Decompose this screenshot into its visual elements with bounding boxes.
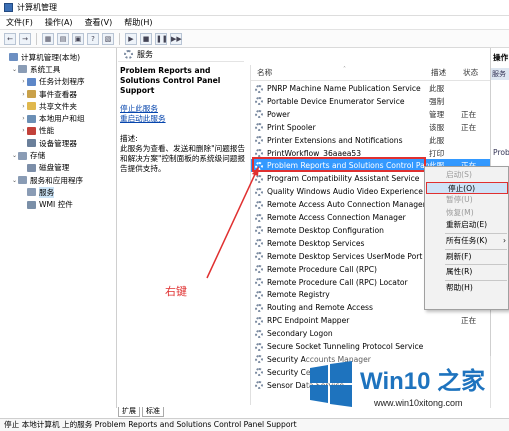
windows-logo-icon (310, 361, 352, 407)
context-menu-label: 帮助(H) (446, 282, 473, 292)
context-menu-item[interactable]: 停止(O) (426, 181, 508, 194)
context-menu-label: 重新启动(E) (446, 220, 488, 230)
context-menu-label: 启动(S) (446, 170, 472, 179)
context-menu-item[interactable]: 所有任务(K) › (425, 235, 509, 247)
view-tabs: 扩展 标准 (118, 407, 198, 417)
status-bar: 停止 本地计算机 上的服务 Problem Reports and Soluti… (0, 418, 509, 431)
context-menu-label: 暂停(U) (446, 195, 473, 205)
menu-separator (445, 233, 507, 234)
context-menu-label: 停止(O) (448, 183, 476, 193)
tab-standard[interactable]: 标准 (142, 407, 164, 417)
context-menu-item[interactable]: 启动(S) (425, 169, 509, 181)
context-menu-label: 所有任务(K) (446, 236, 488, 245)
context-menu-label: 刷新(F) (446, 251, 472, 261)
context-menu-item[interactable]: 暂停(U) (425, 194, 509, 206)
menu-separator (445, 264, 507, 266)
watermark-url: www.win10xitong.com (374, 398, 463, 408)
annotation-label: 右键 (165, 285, 187, 298)
watermark-title: Win10 之家 (360, 368, 486, 395)
menu-separator (445, 279, 507, 281)
tab-extended[interactable]: 扩展 (118, 407, 140, 417)
context-menu-item[interactable]: 属性(R) (425, 266, 509, 278)
context-menu-item[interactable]: 恢复(M) (425, 207, 509, 219)
menu-separator (445, 248, 507, 250)
context-menu-item[interactable]: 重新启动(E) (425, 219, 509, 231)
context-menu: 启动(S) 停止(O) 暂停(U) 恢复(M) 重新启动(E) 所有任务(K) › 刷新(F)… (424, 166, 509, 310)
context-menu-label: 恢复(M) (446, 207, 474, 217)
context-menu-label: 属性(R) (446, 267, 473, 277)
context-menu-item[interactable]: 刷新(F) (425, 251, 509, 263)
submenu-arrow-icon: › (502, 236, 506, 245)
context-menu-item[interactable]: 帮助(H) (425, 282, 509, 294)
